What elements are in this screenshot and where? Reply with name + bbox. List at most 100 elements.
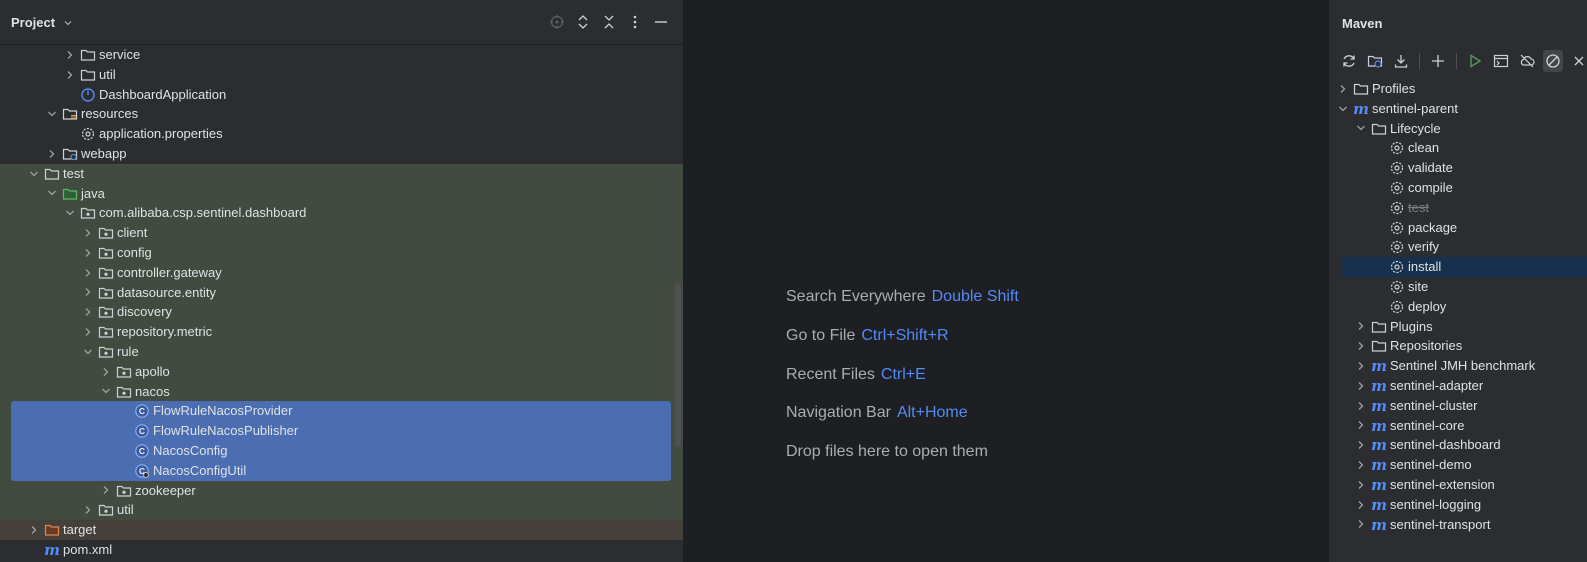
maven-tree-item[interactable]: m sentinel-extension [1329, 475, 1587, 495]
lifecycle-goal[interactable]: install [1329, 257, 1587, 277]
collapse-all-icon[interactable] [601, 13, 617, 31]
maven-tree-item[interactable]: Repositories [1329, 336, 1587, 356]
chevron-right-icon[interactable] [82, 223, 94, 243]
maven-tree-item[interactable]: m sentinel-logging [1329, 495, 1587, 515]
chevron-right-icon[interactable] [100, 481, 112, 501]
chevron-right-icon[interactable] [64, 45, 76, 65]
maven-tree-item[interactable]: m sentinel-core [1329, 416, 1587, 436]
offline-mode-icon[interactable] [1517, 50, 1537, 72]
chevron-right-icon[interactable] [82, 500, 94, 520]
execute-goal-icon[interactable] [1491, 50, 1511, 72]
maven-tree-item[interactable]: m Sentinel JMH benchmark [1329, 356, 1587, 376]
chevron-right-icon[interactable] [1355, 435, 1367, 455]
chevron-right-icon[interactable] [1355, 515, 1367, 535]
chevron-right-icon[interactable] [28, 520, 40, 540]
tree-item[interactable]: resources [0, 104, 683, 124]
tree-item[interactable]: C FlowRuleNacosPublisher [0, 421, 683, 441]
chevron-right-icon[interactable] [1355, 475, 1367, 495]
tree-item[interactable]: util [0, 500, 683, 521]
lifecycle-goal[interactable]: verify [1329, 237, 1587, 257]
chevron-right-icon[interactable] [82, 302, 94, 322]
tree-item[interactable]: controller.gateway [0, 262, 683, 283]
project-view-selector[interactable]: Project [11, 15, 73, 31]
chevron-right-icon[interactable] [1355, 376, 1367, 396]
tree-item[interactable]: m pom.xml [0, 540, 683, 560]
tree-item[interactable]: application.properties [0, 124, 683, 144]
maven-tree-item[interactable]: m sentinel-adapter [1329, 376, 1587, 396]
lifecycle-goal[interactable]: package [1329, 218, 1587, 238]
maven-tree-item[interactable]: Lifecycle [1329, 119, 1587, 139]
tree-item[interactable]: test [0, 163, 683, 184]
chevron-right-icon[interactable] [1355, 336, 1367, 356]
tree-item[interactable]: java [0, 183, 683, 204]
maven-tree-item[interactable]: Profiles [1329, 79, 1587, 99]
lifecycle-goal[interactable]: clean [1329, 138, 1587, 158]
run-icon[interactable] [1465, 50, 1485, 72]
expand-all-icon[interactable] [575, 13, 591, 31]
chevron-down-icon[interactable] [46, 104, 58, 124]
chevron-down-icon[interactable] [64, 203, 76, 223]
chevron-down-icon[interactable] [28, 164, 40, 184]
more-options-icon[interactable] [627, 13, 643, 31]
chevron-down-icon[interactable] [82, 342, 94, 362]
maven-tree-item[interactable]: Plugins [1329, 317, 1587, 337]
maven-tree-item[interactable]: m sentinel-demo [1329, 455, 1587, 475]
chevron-right-icon[interactable] [82, 263, 94, 283]
add-maven-project-icon[interactable] [1365, 50, 1385, 72]
maven-projects-tree[interactable]: Profiles m sentinel-parent Lifecycle clean va… [1329, 79, 1587, 534]
chevron-right-icon[interactable] [1355, 396, 1367, 416]
chevron-down-icon[interactable] [1355, 119, 1367, 139]
tree-item[interactable]: client [0, 223, 683, 243]
tree-item[interactable]: service [0, 45, 683, 65]
tree-item[interactable]: rule [0, 341, 683, 362]
chevron-right-icon[interactable] [82, 243, 94, 263]
tree-item[interactable]: C NacosConfigUtil [0, 460, 683, 481]
chevron-down-icon[interactable] [1337, 99, 1349, 119]
maven-tree-item[interactable]: m sentinel-cluster [1329, 396, 1587, 416]
editor-empty-area[interactable]: Search Everywhere Double Shift Go to File… [684, 0, 1327, 562]
project-scrollbar[interactable] [675, 283, 681, 447]
chevron-right-icon[interactable] [1337, 79, 1349, 99]
chevron-right-icon[interactable] [100, 362, 112, 382]
tree-item[interactable]: zookeeper [0, 480, 683, 501]
tree-item[interactable]: com.alibaba.csp.sentinel.dashboard [0, 203, 683, 224]
chevron-right-icon[interactable] [1355, 455, 1367, 475]
tree-item[interactable]: C FlowRuleNacosProvider [0, 401, 683, 422]
chevron-right-icon[interactable] [1355, 495, 1367, 515]
chevron-down-icon[interactable] [46, 184, 58, 204]
tree-item[interactable]: DashboardApplication [0, 85, 683, 105]
tree-item[interactable]: datasource.entity [0, 282, 683, 303]
chevron-right-icon[interactable] [1355, 416, 1367, 436]
tree-item[interactable]: config [0, 242, 683, 263]
tree-item[interactable]: util [0, 65, 683, 85]
chevron-down-icon[interactable] [100, 382, 112, 402]
skip-tests-icon[interactable] [1543, 50, 1563, 72]
download-icon[interactable] [1391, 50, 1411, 72]
lifecycle-goal[interactable]: site [1329, 277, 1587, 297]
maven-tree-item[interactable]: m sentinel-transport [1329, 515, 1587, 535]
plus-icon[interactable] [1428, 50, 1448, 72]
tree-item[interactable]: apollo [0, 361, 683, 382]
lifecycle-goal[interactable]: validate [1329, 158, 1587, 178]
maven-tree-item[interactable]: m sentinel-parent [1329, 99, 1587, 119]
maven-tree-item[interactable]: m sentinel-dashboard [1329, 435, 1587, 455]
close-icon[interactable] [1569, 50, 1587, 72]
chevron-right-icon[interactable] [64, 65, 76, 85]
tree-item[interactable]: nacos [0, 381, 683, 402]
chevron-right-icon[interactable] [1355, 317, 1367, 337]
project-tree[interactable]: service util DashboardApplication resources… [0, 45, 683, 560]
lifecycle-goal[interactable]: deploy [1329, 297, 1587, 317]
tree-item[interactable]: C NacosConfig [0, 440, 683, 461]
lifecycle-goal[interactable]: compile [1329, 178, 1587, 198]
tree-item[interactable]: target [0, 520, 683, 540]
tree-item[interactable]: webapp [0, 144, 683, 164]
chevron-right-icon[interactable] [1355, 356, 1367, 376]
hide-icon[interactable] [653, 13, 669, 31]
chevron-right-icon[interactable] [46, 144, 58, 164]
chevron-right-icon[interactable] [82, 283, 94, 303]
locate-icon[interactable] [549, 13, 565, 31]
tree-item[interactable]: discovery [0, 302, 683, 323]
chevron-right-icon[interactable] [82, 322, 94, 342]
tree-item[interactable]: repository.metric [0, 322, 683, 342]
reload-icon[interactable] [1339, 50, 1359, 72]
